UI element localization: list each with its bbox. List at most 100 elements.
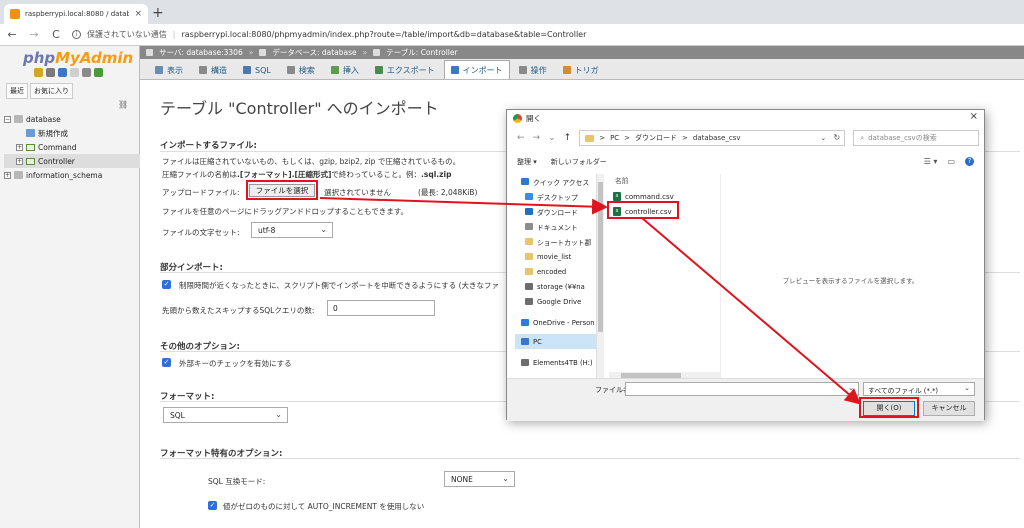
nav-item[interactable]: PC (515, 334, 596, 349)
tab-1[interactable]: 構造 (192, 60, 234, 79)
breadcrumb-table[interactable]: テーブル: Controller (386, 47, 457, 58)
format-select[interactable]: SQL ⌄ (163, 407, 288, 423)
url-field[interactable]: i 保護されていない通信 | raspberrypi.local:8080/ph… (72, 29, 586, 40)
tree-node[interactable]: + Controller (4, 154, 140, 168)
folder-search-input[interactable]: ⌕ database_csvの検索 (853, 130, 980, 146)
database-tree: − database 新規作成 + Command + Controller + informa… (4, 112, 140, 182)
name-column-header[interactable]: 名前 (615, 175, 629, 185)
nav-item[interactable]: Elements4TB (H:) (515, 355, 596, 370)
menu-tab-label: 挿入 (342, 65, 359, 75)
nav-item[interactable]: Google Drive (515, 294, 596, 309)
back-arrow-icon[interactable]: ← (517, 133, 525, 143)
charset-select[interactable]: utf-8 ⌄ (251, 222, 333, 238)
forward-arrow-icon[interactable]: → (533, 133, 541, 143)
tab-8[interactable]: トリガ (556, 60, 606, 79)
file-type-select[interactable]: すべてのファイル (*.*) ⌄ (863, 382, 975, 396)
location-icon (521, 319, 529, 326)
skip-queries-input[interactable]: 0 (327, 300, 435, 316)
tree-node[interactable]: − database (4, 112, 140, 126)
database-icon (14, 115, 23, 123)
nav-item[interactable]: storage (¥¥na (515, 279, 596, 294)
tab-7[interactable]: 操作 (512, 60, 554, 79)
breadcrumb-separator: » (248, 48, 254, 57)
new-folder-button[interactable]: 新しいフォルダー (551, 157, 607, 167)
browser-tab[interactable]: raspberrypi.local:8080 / database × (4, 4, 148, 24)
tab-5[interactable]: エクスポート (368, 60, 442, 79)
new-tab-button[interactable]: + (152, 5, 164, 21)
expand-icon[interactable]: + (16, 143, 23, 151)
foreign-key-label: 外部キーのチェックを有効にする (179, 359, 292, 368)
forward-button[interactable]: → (28, 28, 40, 41)
path-segment[interactable]: database_csv (693, 134, 741, 142)
refresh-icon[interactable]: ↻ (833, 133, 840, 142)
nav-item[interactable]: OneDrive - Person (515, 315, 596, 330)
tree-node[interactable]: 新規作成 (4, 126, 140, 140)
nav-item[interactable]: encoded (515, 264, 596, 279)
breadcrumb-server[interactable]: サーバ: database:3306 (159, 47, 243, 58)
nav-item[interactable]: ダウンロード (515, 204, 596, 219)
breadcrumb-database[interactable]: データベース: database (272, 47, 356, 58)
path-separator: > (599, 134, 606, 142)
help-icon[interactable]: ? (965, 157, 974, 166)
nav-item[interactable]: デスクトップ (515, 189, 596, 204)
home-icon[interactable] (34, 68, 43, 77)
location-icon (525, 298, 533, 305)
info-icon[interactable]: i (72, 30, 81, 39)
chevron-down-icon: ⌄ (320, 225, 327, 234)
cancel-button[interactable]: キャンセル (923, 401, 975, 416)
chevron-down-icon: ⌄ (502, 474, 509, 483)
compat-mode-select[interactable]: NONE ⌄ (444, 471, 515, 487)
tab-0[interactable]: 表示 (148, 60, 190, 79)
link-icon[interactable]: ⛓ (118, 100, 128, 109)
expand-icon[interactable]: + (4, 171, 11, 179)
preview-pane-icon[interactable]: ▭ (947, 157, 955, 166)
tab-3[interactable]: 検索 (280, 60, 322, 79)
expand-icon[interactable]: + (16, 157, 23, 165)
reload-nav-icon[interactable] (94, 68, 103, 77)
filename-note: 圧縮ファイルの名前は.[フォーマット].[圧縮形式]で終わっていること。例：.s… (162, 170, 452, 179)
recent-tab[interactable]: 最近 (6, 83, 28, 99)
collapse-icon[interactable]: − (4, 115, 11, 123)
logout-icon[interactable] (46, 68, 55, 77)
location-icon (525, 223, 533, 230)
tree-node[interactable]: + information_schema (4, 168, 140, 182)
favorites-tab[interactable]: お気に入り (30, 83, 73, 99)
auto-increment-checkbox[interactable]: ✓ (208, 501, 217, 510)
organize-button[interactable]: 整理 ▾ (517, 157, 537, 167)
filename-input[interactable]: ⌄ (625, 382, 859, 396)
tab-6[interactable]: インポート (443, 60, 510, 79)
menu-tab-icon (330, 66, 339, 74)
nav-item-label: PC (533, 337, 542, 346)
nav-pane-scrollbar[interactable] (597, 174, 604, 386)
foreign-key-checkbox[interactable]: ✓ (162, 358, 171, 367)
recent-locations-icon[interactable]: ⌄ (548, 133, 556, 143)
file-item[interactable]: x command.csv (613, 192, 674, 201)
back-button[interactable]: ← (6, 28, 18, 41)
help-icon[interactable] (58, 68, 67, 77)
up-arrow-icon[interactable]: ↑ (564, 133, 572, 143)
reload-button[interactable]: C (50, 28, 62, 41)
docs-icon[interactable] (70, 68, 79, 77)
chevron-down-icon[interactable]: ⌄ (848, 384, 854, 392)
path-segment[interactable]: ダウンロード (635, 133, 677, 143)
nav-item[interactable]: クイック アクセス (515, 174, 596, 189)
nav-item[interactable]: ショートカット郡 (515, 234, 596, 249)
path-segment[interactable]: PC (610, 134, 619, 142)
chevron-down-icon[interactable]: ⌄ (820, 134, 826, 142)
settings-icon[interactable] (82, 68, 91, 77)
phpmyadmin-logo[interactable]: phpMyAdmin (23, 49, 133, 67)
partial-import-checkbox[interactable]: ✓ (162, 280, 171, 289)
compat-mode-label: SQL 互換モード: (208, 477, 266, 486)
annotation-box (607, 201, 679, 219)
menu-tab-label: 表示 (167, 65, 183, 75)
path-bar[interactable]: > PC > ダウンロード > database_csv ⌄ ↻ (579, 130, 846, 146)
nav-item[interactable]: ドキュメント (515, 219, 596, 234)
preview-message: プレビューを表示するファイルを選択します。 (782, 277, 919, 285)
dialog-close-button[interactable]: × (970, 111, 978, 122)
close-tab-icon[interactable]: × (134, 9, 142, 19)
nav-item[interactable]: movie_list (515, 249, 596, 264)
tree-node[interactable]: + Command (4, 140, 140, 154)
tab-2[interactable]: SQL (236, 60, 278, 79)
view-options-icon[interactable]: ☰ ▾ (924, 157, 938, 166)
tab-4[interactable]: 挿入 (324, 60, 366, 79)
